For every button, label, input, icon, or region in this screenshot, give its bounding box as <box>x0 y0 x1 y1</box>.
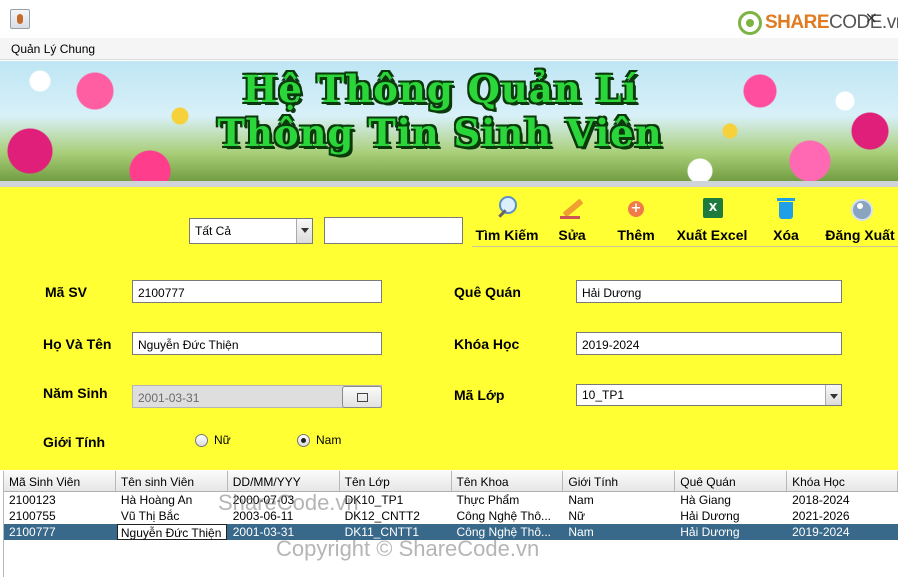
pencil-icon <box>560 196 584 220</box>
logout-button-label: Đăng Xuất <box>825 227 895 243</box>
gender-female-radio[interactable]: Nữ <box>195 433 231 447</box>
toolbar-separator <box>472 246 898 247</box>
gender-male-radio[interactable]: Nam <box>297 433 341 447</box>
table-cell: 2100123 <box>9 493 56 507</box>
gender-male-label: Nam <box>316 433 342 447</box>
edit-button-label: Sửa <box>558 227 586 243</box>
java-app-icon <box>10 9 30 29</box>
table-row[interactable]: 2100123 Hà Hoàng An 2000-07-03 DK10_TP1 … <box>4 492 898 508</box>
table-cell: DK12_CNTT2 <box>344 509 420 523</box>
sharecode-logo-icon <box>738 11 762 35</box>
column-header[interactable]: Tên sinh Viên <box>116 471 228 491</box>
gender-label: Giới Tính <box>43 434 106 450</box>
table-cell: 2018-2024 <box>792 493 850 507</box>
table-cell: Hải Dương <box>680 509 740 523</box>
hometown-label: Quê Quán <box>454 284 521 300</box>
magnifier-icon <box>495 196 519 220</box>
radio-checked-icon[interactable] <box>297 433 310 447</box>
column-header[interactable]: Mã Sinh Viên <box>4 471 116 491</box>
sharecode-logo-text: SHARECODE.vn <box>765 12 898 33</box>
course-label: Khóa Học <box>454 336 520 352</box>
student-id-label: Mã SV <box>45 284 88 300</box>
table-cell: 2000-07-03 <box>232 493 295 507</box>
chevron-down-icon[interactable] <box>825 385 841 405</box>
table-cell: Vũ Thị Bắc <box>120 509 180 523</box>
table-cell: Nam <box>568 493 594 507</box>
close-icon[interactable]: × <box>865 8 878 27</box>
table-row-selected[interactable]: 2100777 Nguyễn Đức Thiện 2001-03-31 DK11… <box>4 524 898 540</box>
table-cell: 2003-06-11 <box>232 509 294 523</box>
banner-title-line1: Hệ Thông Quản Lí <box>242 67 638 111</box>
table-cell: DK10_TP1 <box>344 493 404 507</box>
class-label: Mã Lớp <box>454 387 505 403</box>
search-filter-select[interactable]: Tất Cả <box>189 218 313 244</box>
table-cell: 2021-2026 <box>792 509 850 523</box>
menu-quan-ly-chung[interactable]: Quản Lý Chung <box>11 42 95 56</box>
column-header[interactable]: DD/MM/YYY <box>228 471 340 491</box>
student-id-field[interactable]: 2100777 <box>132 280 382 303</box>
add-button[interactable]: Thêm <box>614 196 658 246</box>
search-filter-value: Tất Cả <box>195 224 232 238</box>
export-excel-button-label: Xuất Excel <box>676 227 748 243</box>
logout-button[interactable]: Đăng Xuất <box>822 196 898 246</box>
table-cell: 2100777 <box>9 525 56 539</box>
class-select[interactable]: 10_TP1 <box>576 384 842 406</box>
table-cell: 2001-03-31 <box>232 525 295 539</box>
full-name-field[interactable]: Nguyễn Đức Thiện <box>132 332 382 355</box>
search-button[interactable]: Tìm Kiếm <box>474 196 540 246</box>
column-header[interactable]: Quê Quán <box>675 471 788 491</box>
header-banner: Hệ Thông Quản Lí Thông Tin Sinh Viên <box>0 61 898 183</box>
column-header[interactable]: Khóa Học <box>787 471 898 491</box>
delete-button-label: Xóa <box>773 227 799 243</box>
table-cell: Nữ <box>568 509 586 523</box>
column-header[interactable]: Giới Tính <box>563 471 676 491</box>
banner-title-line2: Thông Tin Sinh Viên <box>217 111 663 155</box>
gender-female-label: Nữ <box>214 433 231 447</box>
hometown-field[interactable]: Hải Dương <box>576 280 842 303</box>
table-cell: Công Nghệ Thô... <box>456 525 552 539</box>
birth-year-label: Năm Sinh <box>43 385 108 401</box>
search-button-label: Tìm Kiếm <box>475 227 539 243</box>
search-input[interactable] <box>324 217 463 244</box>
menu-bar: Quản Lý Chung <box>0 38 898 60</box>
excel-icon <box>700 196 724 220</box>
window-titlebar: SHARECODE.vn × <box>0 0 898 38</box>
edit-button[interactable]: Sửa <box>554 196 590 246</box>
full-name-label: Họ Và Tên <box>43 336 112 352</box>
table-cell: 2100755 <box>9 509 56 523</box>
banner-title: Hệ Thông Quản Lí Thông Tin Sinh Viên <box>180 67 700 155</box>
table-cell-editing[interactable]: Nguyễn Đức Thiện <box>116 524 227 540</box>
table-cell: Hà Hoàng An <box>120 493 193 507</box>
table-header: Mã Sinh Viên Tên sinh Viên DD/MM/YYY Tên… <box>4 471 898 492</box>
table-cell: 2019-2024 <box>792 525 850 539</box>
table-cell: Nam <box>568 525 594 539</box>
class-select-value: 10_TP1 <box>582 388 625 402</box>
table-cell: Thực Phẩm <box>456 493 520 507</box>
course-field[interactable]: 2019-2024 <box>576 332 842 355</box>
user-icon <box>848 196 873 221</box>
export-excel-button[interactable]: Xuất Excel <box>675 196 749 246</box>
delete-button[interactable]: Xóa <box>770 196 802 246</box>
chevron-down-icon[interactable] <box>296 219 312 243</box>
calendar-icon <box>357 393 368 402</box>
date-picker-button[interactable] <box>342 386 382 408</box>
table-cell: Công Nghệ Thô... <box>456 509 552 523</box>
table-cell: Hải Dương <box>680 525 740 539</box>
trash-icon <box>774 196 798 220</box>
student-table: Mã Sinh Viên Tên sinh Viên DD/MM/YYY Tên… <box>3 471 898 577</box>
table-cell: DK11_CNTT1 <box>344 525 420 539</box>
radio-unchecked-icon[interactable] <box>195 433 208 447</box>
column-header[interactable]: Tên Khoa <box>452 471 564 491</box>
table-row[interactable]: 2100755 Vũ Thị Bắc 2003-06-11 DK12_CNTT2… <box>4 508 898 524</box>
add-button-label: Thêm <box>617 227 655 243</box>
table-cell: Hà Giang <box>680 493 731 507</box>
plus-icon <box>624 196 648 220</box>
column-header[interactable]: Tên Lớp <box>340 471 452 491</box>
